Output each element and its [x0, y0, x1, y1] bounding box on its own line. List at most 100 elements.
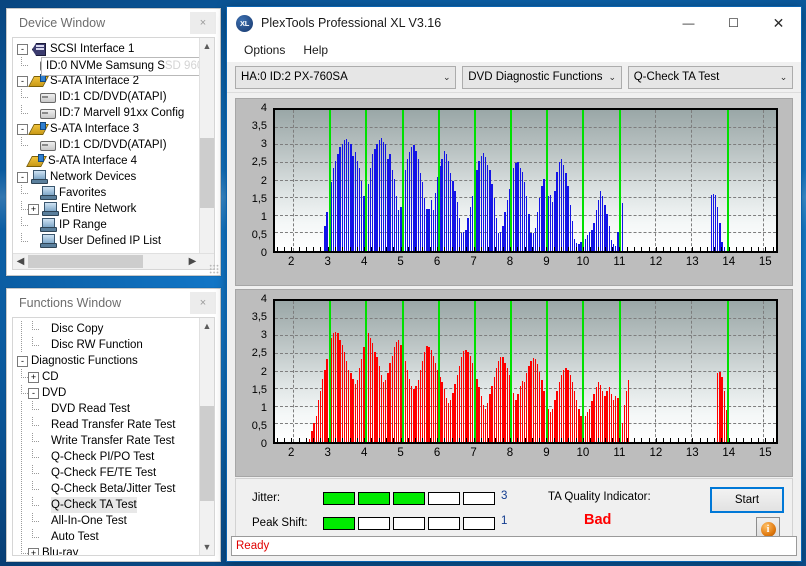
scroll-right-icon[interactable]: ▶ [185, 256, 200, 267]
tree-item-s-ata-interface-4[interactable]: S-ATA Interface 4 [17, 153, 214, 169]
tree-item-network-devices[interactable]: - Network Devices [17, 169, 214, 185]
chart-bar [415, 385, 417, 442]
scrollbar-thumb[interactable] [200, 406, 214, 501]
chart-bar [549, 194, 552, 251]
device-window-close-button[interactable]: × [190, 12, 216, 34]
tree-item-q-check-ta-test[interactable]: Q-Check TA Test [17, 497, 214, 513]
functions-window-close-button[interactable]: × [190, 292, 216, 314]
tree-item-q-check-fe-te-test[interactable]: Q-Check FE/TE Test [17, 465, 214, 481]
maximize-button[interactable]: ☐ [711, 7, 756, 39]
zone-marker [582, 110, 585, 251]
tree-indent-guide [17, 449, 28, 465]
tree-item-user-defined-ip-list[interactable]: User Defined IP List [17, 233, 214, 249]
tree-item-read-transfer-rate-test[interactable]: Read Transfer Rate Test [17, 417, 214, 433]
scroll-up-icon[interactable]: ▲ [200, 318, 214, 334]
collapse-icon[interactable]: - [17, 355, 28, 367]
tree-item-write-transfer-rate-test[interactable]: Write Transfer Rate Test [17, 433, 214, 449]
resize-grip-icon[interactable] [209, 264, 219, 274]
tree-indent-guide [17, 401, 28, 417]
scrollbar-thumb-h[interactable] [28, 255, 143, 268]
tree-item-s-ata-interface-3[interactable]: - S-ATA Interface 3 [17, 121, 214, 137]
tree-item-scsi-interface-1[interactable]: - SCSI Interface 1 [17, 41, 214, 57]
tree-indent-guide [17, 417, 28, 433]
chart-bar [615, 396, 617, 442]
x-axis-tick [320, 247, 322, 252]
minimize-button[interactable]: — [666, 7, 711, 39]
x-tick-label: 13 [685, 256, 699, 268]
x-axis-tick [714, 438, 716, 443]
collapse-icon[interactable]: - [17, 43, 28, 55]
start-button[interactable]: Start [710, 487, 784, 513]
function-category-select[interactable]: DVD Diagnostic Functions ⌄ [462, 65, 622, 89]
chart-bar [345, 138, 348, 251]
chart-bar [378, 139, 380, 251]
x-axis-tick [356, 438, 358, 443]
y-tick-label: 2 [260, 365, 267, 378]
chart-bar [467, 352, 469, 442]
functions-tree[interactable]: Disc Copy Disc RW Function - Diagnostic Fun… [13, 318, 214, 555]
chart-bar [578, 243, 580, 251]
tree-item-ip-range[interactable]: IP Range [17, 217, 214, 233]
tree-item-blu-ray[interactable]: + Blu-ray [17, 545, 214, 555]
tree-item-q-check-pi-po-test[interactable]: Q-Check PI/PO Test [17, 449, 214, 465]
chart-bar [493, 198, 495, 251]
scrollbar-thumb[interactable] [200, 138, 214, 208]
tree-item-entire-network[interactable]: + Entire Network [17, 201, 214, 217]
x-tick-label: 5 [397, 447, 404, 459]
scroll-up-icon[interactable]: ▲ [200, 38, 214, 54]
scroll-left-icon[interactable]: ◀ [13, 256, 28, 267]
x-axis-tick [313, 438, 315, 443]
collapse-icon[interactable]: - [17, 171, 28, 183]
tree-item-favorites[interactable]: Favorites [17, 185, 214, 201]
collapse-icon[interactable]: - [28, 387, 39, 399]
test-select[interactable]: Q-Check TA Test ⌄ [627, 65, 793, 89]
app-titlebar[interactable]: XL PlexTools Professional XL V3.16 — ☐ ✕ [227, 7, 801, 39]
device-tree-horizontal-scrollbar[interactable]: ◀ ▶ [13, 253, 214, 269]
close-button[interactable]: ✕ [756, 7, 801, 39]
device-tree-vertical-scrollbar[interactable]: ▲ ▼ [199, 38, 214, 269]
tree-indent-guide [17, 337, 28, 353]
tree-item-disc-rw-function[interactable]: Disc RW Function [17, 337, 214, 353]
tree-item-label: Network Devices [50, 171, 137, 183]
tree-item-cd[interactable]: + CD [17, 369, 214, 385]
tree-item-disc-copy[interactable]: Disc Copy [17, 321, 214, 337]
collapse-icon[interactable]: - [17, 75, 28, 87]
chart-bar [454, 191, 456, 251]
tree-item-diagnostic-functions[interactable]: - Diagnostic Functions [17, 353, 214, 369]
tree-item-all-in-one-test[interactable]: All-In-One Test [17, 513, 214, 529]
expand-icon[interactable]: + [28, 203, 39, 215]
ta-chart-upper: 0 0,5 1 1,5 2 2,5 3 3,5 4 2 3 4 5 6 7 8 9 10 11 12 13 14 15 [235, 98, 793, 286]
tree-item-id-7-marvell-91xx-config[interactable]: ID:7 Marvell 91xx Config [17, 105, 214, 121]
functions-tree-vertical-scrollbar[interactable]: ▲ ▼ [199, 318, 214, 555]
chart-bar [445, 154, 448, 251]
x-axis-tick [473, 247, 475, 252]
x-axis-tick [721, 438, 723, 443]
zone-marker [401, 301, 404, 442]
tree-item-dvd-read-test[interactable]: DVD Read Test [17, 401, 214, 417]
x-tick-label: 14 [722, 447, 736, 459]
x-tick-label: 8 [506, 447, 514, 459]
x-axis-tick [772, 247, 774, 252]
tree-item-q-check-beta-jitter-test[interactable]: Q-Check Beta/Jitter Test [17, 481, 214, 497]
tree-item-auto-test[interactable]: Auto Test [17, 529, 214, 545]
tree-item-id-1-cd-dvd-atapi[interactable]: ID:1 CD/DVD(ATAPI) [17, 137, 214, 153]
collapse-icon[interactable]: - [17, 123, 28, 135]
scroll-down-icon[interactable]: ▼ [200, 539, 214, 555]
chart-bar [625, 390, 628, 442]
chart-bar [558, 382, 560, 442]
sata-icon [31, 122, 47, 136]
tree-item-dvd[interactable]: - DVD [17, 385, 214, 401]
x-axis-tick [291, 247, 293, 252]
expand-icon[interactable]: + [28, 547, 39, 555]
x-tick-label: 9 [543, 447, 550, 459]
drive-select[interactable]: HA:0 ID:2 PX-760SA ⌄ [235, 65, 457, 89]
x-axis-tick [327, 247, 329, 252]
expand-icon[interactable]: + [28, 371, 39, 383]
chart-bar [504, 212, 506, 251]
tree-item-id-1-cd-dvd-atapi[interactable]: ID:1 CD/DVD(ATAPI) [17, 89, 214, 105]
gridline-horizontal [275, 300, 776, 301]
tree-indent-guide [17, 217, 28, 233]
menu-options[interactable]: Options [235, 43, 294, 57]
menu-help[interactable]: Help [294, 43, 337, 57]
x-axis-tick [546, 438, 548, 443]
